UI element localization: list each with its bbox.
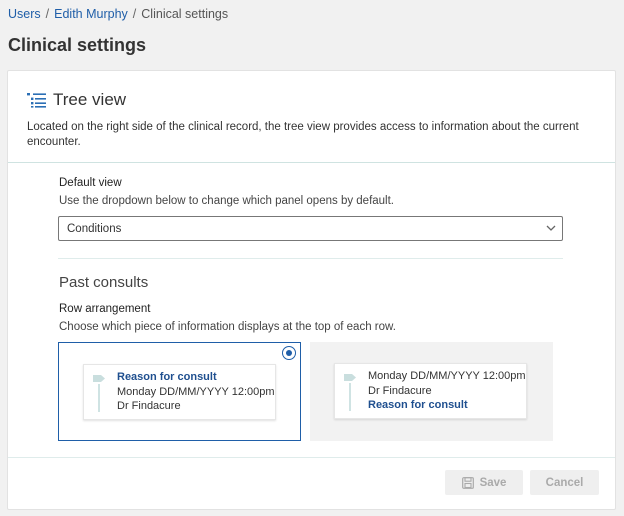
timeline-marker-icon <box>93 375 105 382</box>
timeline-line <box>98 384 100 412</box>
row-arrangement-label: Row arrangement <box>59 303 151 315</box>
past-consults-title: Past consults <box>59 274 149 291</box>
preview-line-3: Dr Findacure <box>117 400 181 412</box>
row-preview-card: Reason for consult Monday DD/MM/YYYY 12:… <box>83 364 276 420</box>
settings-card: Tree view Located on the right side of t… <box>7 70 616 510</box>
tree-view-title: Tree view <box>53 90 127 109</box>
breadcrumb-patient-link[interactable]: Edith Murphy <box>54 7 128 21</box>
section-divider <box>58 258 563 259</box>
breadcrumb-current: Clinical settings <box>141 7 229 21</box>
preview-line-1: Monday DD/MM/YYYY 12:00pm <box>368 370 526 382</box>
save-button-label: Save <box>479 476 507 489</box>
list-tree-icon <box>27 93 46 108</box>
timeline-line <box>349 383 351 411</box>
radio-selected-icon[interactable] <box>282 346 296 360</box>
preview-line-2: Monday DD/MM/YYYY 12:00pm <box>117 385 275 398</box>
cancel-button-label: Cancel <box>545 476 584 489</box>
chevron-down-icon <box>546 225 556 231</box>
breadcrumb: Users / Edith Murphy / Clinical settings <box>8 7 228 21</box>
default-view-select-value: Conditions <box>67 223 122 235</box>
preview-line-2: Dr Findacure <box>368 384 432 397</box>
tree-view-header: Tree view Located on the right side of t… <box>8 71 615 163</box>
preview-line-3: Reason for consult <box>368 399 468 411</box>
preview-line-1: Reason for consult <box>117 371 217 383</box>
save-icon <box>461 476 474 489</box>
row-arrangement-help: Choose which piece of information displa… <box>59 321 396 333</box>
breadcrumb-users-link[interactable]: Users <box>8 7 41 21</box>
save-button[interactable]: Save <box>445 470 523 495</box>
tree-view-description: Located on the right side of the clinica… <box>27 121 579 148</box>
default-view-select[interactable]: Conditions <box>58 216 563 241</box>
timeline-marker-icon <box>344 374 356 381</box>
row-preview-card: Monday DD/MM/YYYY 12:00pm Dr Findacure R… <box>334 363 527 419</box>
cancel-button[interactable]: Cancel <box>530 470 599 495</box>
breadcrumb-separator: / <box>45 7 50 21</box>
breadcrumb-separator: / <box>132 7 137 21</box>
default-view-help: Use the dropdown below to change which p… <box>59 195 395 207</box>
page-title: Clinical settings <box>8 35 147 55</box>
row-arrangement-option-reason-first[interactable]: Reason for consult Monday DD/MM/YYYY 12:… <box>58 342 301 441</box>
default-view-label: Default view <box>59 177 122 189</box>
footer-divider <box>8 457 615 458</box>
row-arrangement-option-date-first[interactable]: Monday DD/MM/YYYY 12:00pm Dr Findacure R… <box>310 342 553 441</box>
